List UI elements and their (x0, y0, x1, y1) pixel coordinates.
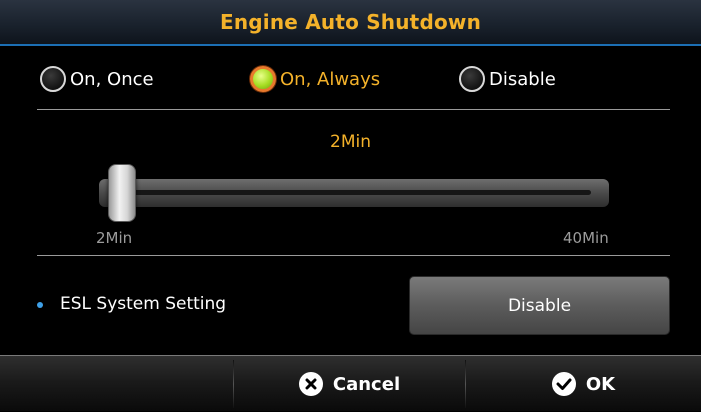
radio-on-icon (250, 66, 276, 92)
ok-label: OK (585, 373, 616, 395)
engine-auto-shutdown-dialog: Engine Auto Shutdown On, Once On, Always… (0, 0, 701, 411)
radio-off-icon (459, 66, 485, 92)
bullet-icon (37, 302, 43, 308)
esl-disable-button[interactable]: Disable (409, 276, 670, 335)
dialog-title: Engine Auto Shutdown (219, 10, 482, 34)
radio-label: On, Always (280, 68, 381, 90)
check-circle-icon (551, 372, 576, 396)
esl-button-label: Disable (507, 295, 572, 316)
radio-disable[interactable]: Disable (459, 66, 556, 92)
footer-bar: Cancel OK (0, 355, 701, 411)
divider (37, 109, 670, 110)
close-circle-icon (298, 372, 323, 396)
radio-label: Disable (489, 68, 556, 90)
ok-button[interactable]: OK (466, 356, 701, 412)
radio-off-icon (40, 66, 66, 92)
slider-max-label: 40Min (563, 229, 609, 247)
radio-on-once[interactable]: On, Once (40, 66, 154, 92)
shutdown-time-slider-track[interactable] (99, 179, 609, 207)
radio-on-always[interactable]: On, Always (250, 66, 380, 92)
title-bar: Engine Auto Shutdown (0, 0, 701, 46)
slider-min-label: 2Min (96, 229, 133, 247)
slider-thumb[interactable] (108, 164, 136, 222)
slider-current-value: 2Min (330, 132, 371, 152)
mode-radio-group: On, Once On, Always Disable (0, 60, 701, 100)
radio-label: On, Once (70, 68, 154, 90)
divider (37, 255, 670, 256)
cancel-button[interactable]: Cancel (234, 356, 465, 412)
cancel-label: Cancel (332, 373, 401, 395)
slider-groove (119, 190, 591, 195)
esl-system-setting-label: ESL System Setting (60, 294, 227, 314)
